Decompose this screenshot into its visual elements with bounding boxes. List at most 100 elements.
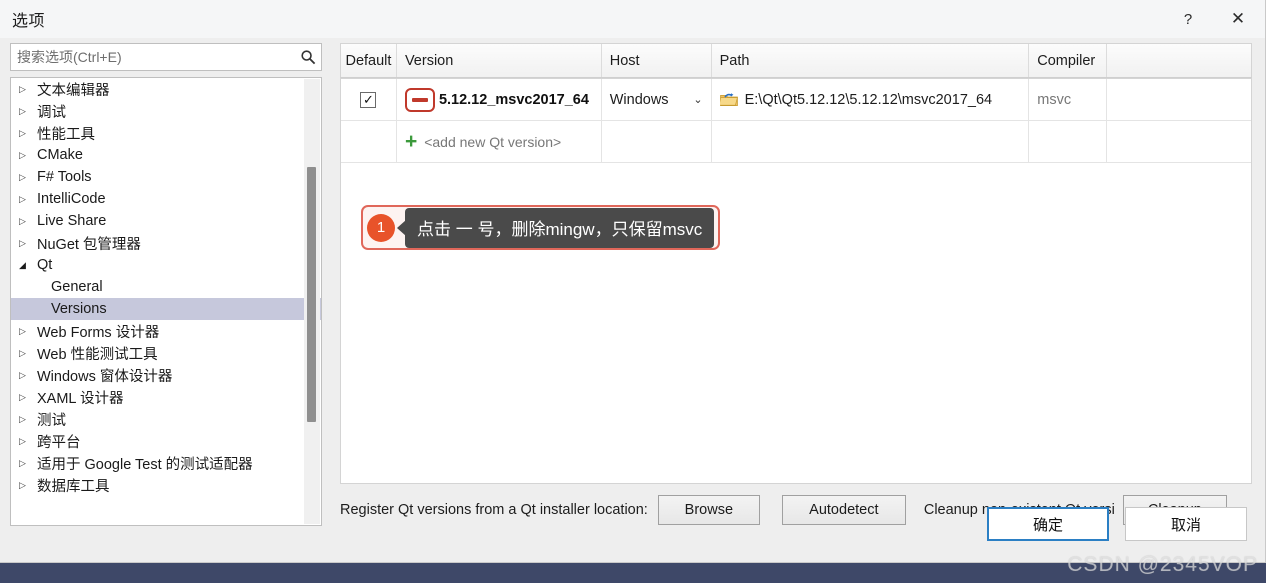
sidebar-item-label: 跨平台	[37, 434, 81, 451]
cell-compiler: msvc	[1029, 79, 1108, 120]
chevron-collapsed-icon[interactable]: ▷	[19, 216, 37, 227]
sidebar-item-label: Windows 窗体设计器	[37, 368, 173, 385]
sidebar-item-6[interactable]: ▷ Live Share	[11, 210, 321, 232]
cell-extra-empty	[1107, 121, 1251, 162]
dialog-body: ▷文本编辑器▷调试▷性能工具▷CMake▷F# Tools▷IntelliCod…	[0, 38, 1265, 562]
sidebar-item-7[interactable]: ▷ NuGet 包管理器	[11, 232, 321, 254]
sidebar-item-label: NuGet 包管理器	[37, 236, 141, 253]
browse-button[interactable]: Browse	[657, 495, 760, 525]
header-default[interactable]: Default	[341, 44, 397, 77]
cell-add-new[interactable]: + <add new Qt version>	[397, 121, 602, 162]
chevron-collapsed-icon[interactable]: ▷	[19, 172, 37, 183]
sidebar-item-label: Qt	[37, 257, 53, 273]
table-row[interactable]: ✓ 5.12.12_msvc2017_64 Windows ⌄ E:\Qt\Qt…	[341, 79, 1251, 121]
path-text: E:\Qt\Qt5.12.12\5.12.12\msvc2017_64	[744, 91, 993, 108]
sidebar-item-label: 测试	[37, 412, 66, 429]
dialog-title-bar: 选项 ? ✕	[0, 0, 1265, 38]
sidebar-item-label: General	[51, 279, 103, 295]
chevron-collapsed-icon[interactable]: ▷	[19, 238, 37, 249]
sidebar-item-label: 适用于 Google Test 的测试适配器	[37, 456, 253, 473]
sidebar-item-0[interactable]: ▷ 文本编辑器	[11, 78, 321, 100]
annotation-callout: 1 点击 一 号，删除mingw，只保留msvc	[361, 205, 721, 250]
sidebar-item-12[interactable]: ▷ Web 性能测试工具	[11, 342, 321, 364]
annotation-text: 点击 一 号，删除mingw，只保留msvc	[405, 207, 715, 248]
sidebar-item-label: IntelliCode	[37, 191, 106, 207]
sidebar-item-4[interactable]: ▷ F# Tools	[11, 166, 321, 188]
header-version[interactable]: Version	[397, 44, 602, 77]
cell-extra	[1107, 79, 1251, 120]
chevron-collapsed-icon[interactable]: ▷	[19, 84, 37, 95]
sidebar-item-11[interactable]: ▷ Web Forms 设计器	[11, 320, 321, 342]
header-path[interactable]: Path	[712, 44, 1030, 77]
default-checkbox[interactable]: ✓	[360, 91, 377, 108]
search-icon	[295, 44, 321, 70]
tree-list[interactable]: ▷ 文本编辑器 ▷ 调试 ▷ 性能工具 ▷ CMake ▷ F# Tools ▷ IntelliCod…	[11, 78, 321, 525]
cell-path-empty	[712, 121, 1030, 162]
sidebar-item-label: Web Forms 设计器	[37, 324, 160, 341]
add-new-version-label[interactable]: <add new Qt version>	[424, 134, 561, 150]
chevron-collapsed-icon[interactable]: ▷	[19, 480, 37, 491]
host-value: Windows	[609, 91, 669, 108]
chevron-collapsed-icon[interactable]: ▷	[19, 348, 37, 359]
header-compiler[interactable]: Compiler	[1029, 44, 1108, 77]
header-extra[interactable]	[1107, 44, 1251, 77]
sidebar-item-5[interactable]: ▷ IntelliCode	[11, 188, 321, 210]
sidebar-item-16[interactable]: ▷ 跨平台	[11, 430, 321, 452]
autodetect-button[interactable]: Autodetect	[781, 495, 906, 525]
chevron-collapsed-icon[interactable]: ▷	[19, 194, 37, 205]
compiler-text: msvc	[1037, 91, 1072, 108]
sidebar-item-18[interactable]: ▷ 数据库工具	[11, 474, 321, 496]
tree-scrollbar-thumb[interactable]	[307, 167, 316, 422]
add-new-version-row[interactable]: + <add new Qt version>	[341, 121, 1251, 163]
sidebar-item-17[interactable]: ▷ 适用于 Google Test 的测试适配器	[11, 452, 321, 474]
chevron-collapsed-icon[interactable]: ▷	[19, 150, 37, 161]
folder-browse-icon[interactable]	[718, 92, 738, 107]
chevron-collapsed-icon[interactable]: ▷	[19, 128, 37, 139]
cell-host-empty	[602, 121, 712, 162]
cell-version: 5.12.12_msvc2017_64	[397, 79, 602, 120]
header-host[interactable]: Host	[602, 44, 712, 77]
sidebar-item-label: 性能工具	[37, 126, 95, 143]
window-controls: ? ✕	[1165, 0, 1265, 38]
sidebar-item-14[interactable]: ▷ XAML 设计器	[11, 386, 321, 408]
minus-icon[interactable]	[404, 87, 435, 112]
qt-versions-grid: ✓ 5.12.12_msvc2017_64 Windows ⌄ E:\Qt\Qt…	[340, 78, 1252, 484]
cancel-button[interactable]: 取消	[1125, 507, 1247, 541]
options-dialog: 选项 ? ✕ ▷文本编辑器▷调试	[0, 0, 1266, 563]
chevron-collapsed-icon[interactable]: ▷	[19, 458, 37, 469]
options-tree[interactable]: ▷ 文本编辑器 ▷ 调试 ▷ 性能工具 ▷ CMake ▷ F# Tools ▷ IntelliCod…	[10, 77, 322, 526]
sidebar-item-label: CMake	[37, 147, 83, 163]
plus-icon[interactable]: +	[405, 131, 417, 152]
close-icon[interactable]: ✕	[1211, 0, 1265, 38]
chevron-collapsed-icon[interactable]: ▷	[19, 392, 37, 403]
sidebar-item-9[interactable]: General	[11, 276, 321, 298]
sidebar-item-10[interactable]: Versions	[11, 298, 321, 320]
chevron-expanded-icon[interactable]: ◢	[19, 260, 37, 271]
annotation-badge: 1	[367, 213, 395, 242]
sidebar-item-2[interactable]: ▷ 性能工具	[11, 122, 321, 144]
search-box[interactable]	[10, 43, 322, 71]
chevron-collapsed-icon[interactable]: ▷	[19, 414, 37, 425]
search-input[interactable]	[11, 49, 295, 65]
sidebar-item-label: F# Tools	[37, 169, 92, 185]
tree-scrollbar[interactable]	[304, 79, 320, 524]
chevron-collapsed-icon[interactable]: ▷	[19, 326, 37, 337]
sidebar-item-3[interactable]: ▷ CMake	[11, 144, 321, 166]
ok-button[interactable]: 确定	[987, 507, 1109, 541]
sidebar-item-label: XAML 设计器	[37, 390, 124, 407]
sidebar-item-13[interactable]: ▷ Windows 窗体设计器	[11, 364, 321, 386]
help-icon[interactable]: ?	[1165, 0, 1211, 38]
sidebar-item-label: 数据库工具	[37, 478, 110, 495]
cell-host[interactable]: Windows ⌄	[602, 79, 712, 120]
chevron-collapsed-icon[interactable]: ▷	[19, 436, 37, 447]
chevron-collapsed-icon[interactable]: ▷	[19, 106, 37, 117]
cell-path[interactable]: E:\Qt\Qt5.12.12\5.12.12\msvc2017_64	[712, 79, 1030, 120]
chevron-down-icon[interactable]: ⌄	[693, 93, 710, 106]
sidebar-item-1[interactable]: ▷ 调试	[11, 100, 321, 122]
sidebar-item-8[interactable]: ◢ Qt	[11, 254, 321, 276]
chevron-collapsed-icon[interactable]: ▷	[19, 370, 37, 381]
cell-compiler-empty	[1029, 121, 1108, 162]
dialog-footer: 确定 取消	[987, 507, 1247, 541]
desktop-background: 选项 ? ✕ ▷文本编辑器▷调试	[0, 0, 1266, 583]
sidebar-item-15[interactable]: ▷ 测试	[11, 408, 321, 430]
